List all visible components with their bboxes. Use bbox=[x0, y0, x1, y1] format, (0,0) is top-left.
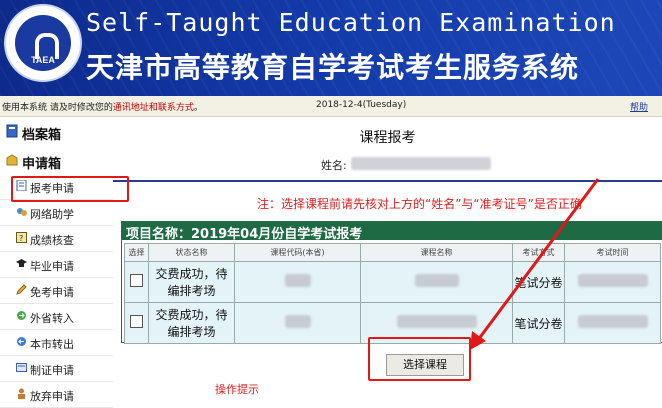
exam-project-panel: 项目名称：2019年04月份自学考试报考 选择 状态名称 课程代码(本省) 课程… bbox=[121, 221, 662, 344]
header-title-chinese: 天津市高等教育自学考试考生服务系统 bbox=[86, 51, 580, 84]
course-table: 选择 状态名称 课程代码(本省) 课程名称 考试方式 考试时间 交费成功，待编排… bbox=[124, 243, 661, 344]
project-title-bar: 项目名称：2019年04月份自学考试报考 bbox=[122, 222, 662, 242]
column-header: 状态名称 bbox=[148, 243, 235, 262]
sidebar-item-graduation[interactable]: 毕业申请 bbox=[0, 252, 113, 278]
row-select-checkbox[interactable] bbox=[130, 274, 143, 287]
sidebar: 档案箱 申请箱 报考申请 网络助学 ? 成绩核查 毕业申请 免考申请 外省转入 … bbox=[0, 117, 113, 408]
course-code-cell bbox=[234, 302, 361, 344]
page-title: 课程报考 bbox=[359, 130, 416, 146]
sidebar-item-transfer-in[interactable]: 外省转入 bbox=[0, 304, 113, 330]
help-link[interactable]: 帮助 bbox=[630, 100, 648, 113]
course-name-cell bbox=[360, 261, 513, 303]
column-header: 考试时间 bbox=[564, 243, 661, 262]
sidebar-section-apply[interactable]: 申请箱 bbox=[0, 148, 113, 174]
info-bar: 使用本系统 请及时修改您的通讯地址和联系方式。 2018-12-4(Tuesda… bbox=[0, 96, 662, 117]
course-code-cell bbox=[234, 261, 361, 303]
sidebar-item-certificate[interactable]: 制证申请 bbox=[0, 356, 113, 382]
exam-time-redacted bbox=[577, 274, 648, 287]
sidebar-section-label: 档案箱 bbox=[22, 128, 62, 143]
graduation-cap-icon bbox=[16, 259, 27, 267]
exam-time-cell bbox=[564, 302, 661, 344]
sidebar-section-archive[interactable]: 档案箱 bbox=[0, 119, 113, 145]
header-banner: TAEA Self-Taught Education Examination 天… bbox=[0, 0, 662, 96]
course-name-redacted bbox=[414, 274, 459, 287]
network-icon bbox=[17, 208, 27, 216]
status-cell: 交费成功，待编排考场 bbox=[148, 302, 235, 344]
column-header: 考试方式 bbox=[512, 243, 565, 262]
notice-suffix: 。 bbox=[193, 103, 203, 113]
sidebar-item-label: 放弃申请 bbox=[30, 390, 74, 403]
select-cell bbox=[124, 261, 149, 303]
exam-time-redacted bbox=[577, 315, 648, 328]
header-title-english: Self-Taught Education Examination bbox=[86, 8, 616, 37]
certificate-icon bbox=[16, 363, 27, 372]
taea-logo: TAEA bbox=[4, 4, 82, 82]
sidebar-item-exemption[interactable]: 免考申请 bbox=[0, 278, 113, 304]
notice-prefix: 使用本系统 请及时修改您的 bbox=[2, 103, 113, 113]
operation-hint: 操作提示 bbox=[215, 383, 259, 396]
sidebar-item-label: 免考申请 bbox=[30, 286, 74, 299]
warning-text: 注：选择课程前请先核对上方的“姓名”与“准考证号”是否正确 bbox=[257, 197, 582, 211]
row-select-checkbox[interactable] bbox=[130, 315, 143, 328]
sidebar-item-label: 本市转出 bbox=[30, 338, 74, 351]
logo-emblem: TAEA bbox=[15, 15, 71, 71]
annotation-highlight-select-button bbox=[368, 337, 471, 381]
course-name-redacted bbox=[396, 315, 477, 328]
table-row: 交费成功，待编排考场 笔试分卷 bbox=[124, 261, 661, 303]
name-value-redacted bbox=[351, 157, 491, 170]
sidebar-item-online-study[interactable]: 网络助学 bbox=[0, 200, 113, 226]
svg-text:?: ? bbox=[19, 234, 23, 243]
person-icon bbox=[18, 388, 25, 399]
course-code-redacted bbox=[284, 274, 311, 287]
folder-icon bbox=[6, 124, 18, 138]
sidebar-item-label: 外省转入 bbox=[30, 312, 74, 325]
checkbox-icon: ? bbox=[16, 232, 27, 243]
current-date: 2018-12-4(Tuesday) bbox=[316, 100, 407, 110]
inbox-icon bbox=[6, 154, 18, 166]
exam-mode-cell: 笔试分卷 bbox=[512, 261, 565, 303]
sidebar-item-label: 制证申请 bbox=[30, 364, 74, 377]
logo-text: TAEA bbox=[31, 55, 55, 65]
header-divider bbox=[113, 180, 662, 182]
select-cell bbox=[124, 302, 149, 344]
sidebar-item-label: 网络助学 bbox=[30, 208, 74, 221]
column-header: 选择 bbox=[124, 243, 149, 262]
pencil-icon bbox=[16, 284, 27, 295]
column-header: 课程名称 bbox=[360, 243, 513, 262]
name-label: 姓名: bbox=[321, 159, 347, 172]
exam-time-cell bbox=[564, 261, 661, 303]
sidebar-item-transfer-out[interactable]: 本市转出 bbox=[0, 330, 113, 356]
sidebar-item-withdraw[interactable]: 放弃申请 bbox=[0, 382, 113, 408]
transfer-in-icon bbox=[17, 311, 26, 320]
project-title: 项目名称：2019年04月份自学考试报考 bbox=[126, 227, 363, 242]
notice-text: 使用本系统 请及时修改您的通讯地址和联系方式。 bbox=[2, 100, 203, 113]
table-header-row: 选择 状态名称 课程代码(本省) 课程名称 考试方式 考试时间 bbox=[124, 243, 661, 262]
column-header: 课程代码(本省) bbox=[234, 243, 361, 262]
sidebar-item-score-check[interactable]: ? 成绩核查 bbox=[0, 226, 113, 252]
sidebar-item-label: 成绩核查 bbox=[30, 234, 74, 247]
course-code-redacted bbox=[284, 315, 311, 328]
transfer-out-icon bbox=[17, 337, 26, 346]
exam-mode-cell: 笔试分卷 bbox=[512, 302, 565, 344]
status-cell: 交费成功，待编排考场 bbox=[148, 261, 235, 303]
contact-info-link[interactable]: 通讯地址和联系方式 bbox=[113, 103, 194, 113]
sidebar-item-label: 毕业申请 bbox=[30, 260, 74, 273]
sidebar-section-label: 申请箱 bbox=[22, 157, 62, 172]
annotation-highlight-registration bbox=[11, 176, 129, 202]
